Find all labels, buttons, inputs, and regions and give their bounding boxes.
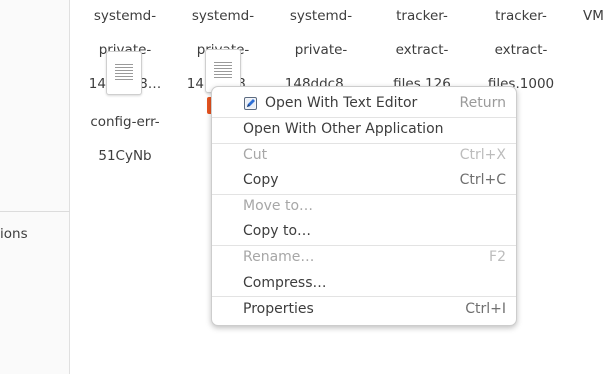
menu-item-label: Properties: [243, 301, 314, 317]
menu-item-shortcut: F2: [489, 249, 506, 265]
menu-item-properties[interactable]: Properties Ctrl+I: [212, 297, 516, 322]
menu-item-rename[interactable]: Rename… F2: [212, 245, 516, 270]
text-editor-icon: [244, 97, 257, 110]
menu-item-label: Cut: [243, 147, 268, 163]
sidebar-divider: [0, 211, 70, 212]
menu-item-shortcut: Ctrl+I: [465, 301, 506, 317]
file-name-line: VM: [583, 8, 604, 24]
file-name-line: extract-: [494, 42, 548, 58]
file-name-line: 51CyNb: [98, 148, 152, 164]
text-file-icon[interactable]: [106, 51, 142, 95]
menu-item-shortcut: Ctrl+C: [459, 172, 506, 188]
file-name-line: config-err-: [90, 114, 160, 130]
file-item-vm[interactable]: VM: [583, 0, 615, 42]
file-name-line: private-: [294, 42, 348, 58]
menu-item-move-to[interactable]: Move to…: [212, 194, 516, 219]
context-menu: Open With Text Editor Return Open With O…: [211, 86, 517, 326]
file-name-line: systemd-: [289, 8, 353, 24]
menu-item-compress[interactable]: Compress…: [212, 271, 516, 296]
menu-item-label: Open With Other Application: [243, 121, 444, 137]
menu-item-shortcut: Return: [459, 95, 506, 111]
sidebar-item-label[interactable]: ions: [0, 226, 28, 242]
file-name-line: extract-: [395, 42, 449, 58]
menu-item-label: Copy: [243, 172, 279, 188]
menu-item-label: Rename…: [243, 249, 315, 265]
menu-item-open-with-other-application[interactable]: Open With Other Application: [212, 117, 516, 142]
file-name-line: systemd-: [191, 8, 255, 24]
sidebar: ions: [0, 0, 70, 374]
menu-item-label: Open With Text Editor: [265, 95, 418, 111]
menu-item-copy-to[interactable]: Copy to…: [212, 219, 516, 244]
menu-item-shortcut: Ctrl+X: [459, 147, 506, 163]
menu-item-label: Compress…: [243, 275, 327, 291]
file-name-line: tracker-: [495, 8, 547, 24]
menu-item-copy[interactable]: Copy Ctrl+C: [212, 168, 516, 193]
file-name-line: systemd-: [93, 8, 157, 24]
file-item-config-err[interactable]: config-err- 51CyNb: [80, 97, 170, 182]
menu-item-label: Copy to…: [243, 223, 312, 239]
menu-item-cut[interactable]: Cut Ctrl+X: [212, 143, 516, 168]
menu-item-open-with-text-editor[interactable]: Open With Text Editor Return: [212, 91, 516, 116]
menu-item-label: Move to…: [243, 198, 314, 214]
file-name-line: tracker-: [396, 8, 448, 24]
